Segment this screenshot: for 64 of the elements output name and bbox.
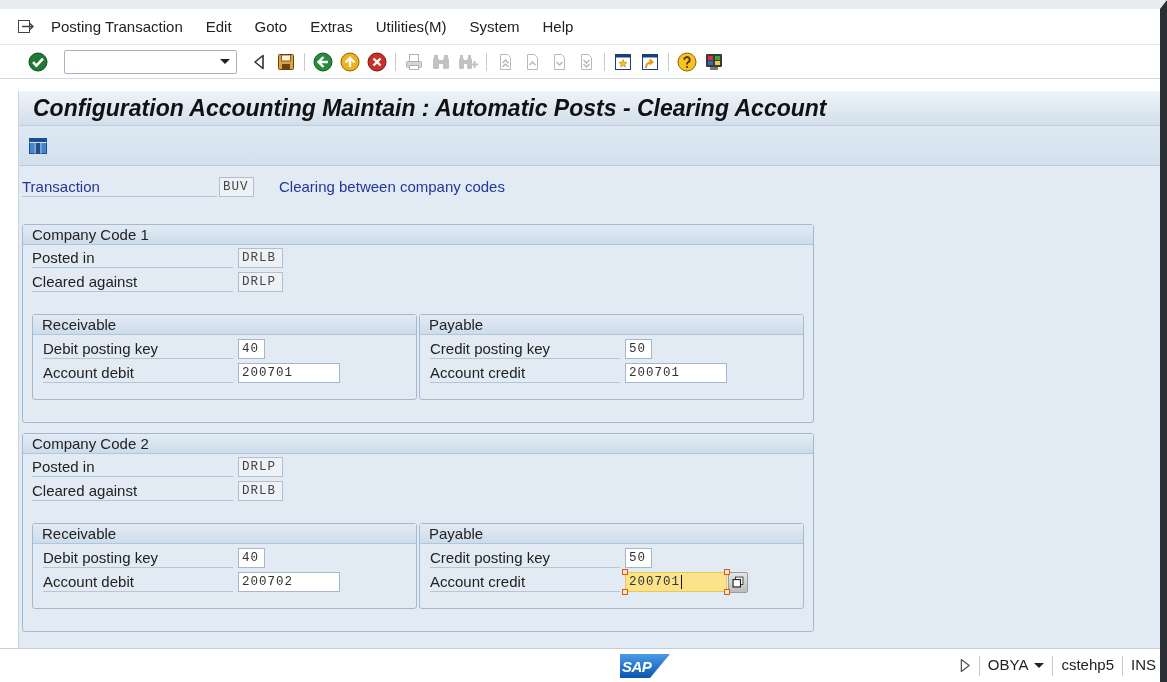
field-label: Posted in	[32, 248, 233, 268]
shortcut-icon[interactable]	[640, 51, 660, 72]
save-icon[interactable]	[276, 51, 296, 72]
field-label: Debit posting key	[43, 548, 233, 568]
menu-item[interactable]: Extras	[310, 16, 353, 37]
field-label: Posted in	[32, 457, 233, 477]
checkmark-icon[interactable]	[28, 51, 48, 72]
output-field: DRLB	[238, 248, 283, 268]
input-field[interactable]: 50	[625, 548, 652, 568]
system-name: cstehp5	[1061, 655, 1114, 676]
screen-title: Configuration Accounting Maintain : Automatic Posts - Clearing Account	[33, 93, 827, 123]
input-mode: INS	[1131, 655, 1156, 676]
value-help-button[interactable]	[728, 571, 748, 593]
menu-item[interactable]: System	[469, 16, 520, 37]
transaction-dropdown[interactable]: OBYA	[987, 654, 1045, 677]
input-field[interactable]: 200701	[238, 363, 340, 383]
monitor-icon[interactable]	[704, 51, 724, 72]
logo: SAP	[620, 653, 670, 678]
field-label: Account debit	[43, 572, 233, 592]
field-label: Credit posting key	[430, 548, 620, 568]
resize-handle-icon[interactable]	[622, 589, 628, 595]
squares-icon	[731, 575, 745, 589]
field-label: Cleared against	[32, 272, 233, 292]
field-label: Credit posting key	[430, 339, 620, 359]
field-label: Account credit	[430, 572, 620, 592]
triangle-icon[interactable]	[959, 658, 971, 673]
menu-item[interactable]: Goto	[254, 16, 288, 37]
field-label: Debit posting key	[43, 339, 233, 359]
input-field[interactable]: 200701	[625, 572, 727, 592]
group-title: Company Code 2	[23, 434, 813, 454]
input-field[interactable]: 40	[238, 548, 265, 568]
field-label: Account debit	[43, 363, 233, 383]
new-window-icon[interactable]	[613, 51, 633, 72]
help-icon[interactable]	[677, 51, 697, 72]
menu-item[interactable]: Utilities(M)	[375, 16, 447, 37]
output-field: DRLP	[238, 272, 283, 292]
input-field[interactable]: 50	[625, 339, 652, 359]
resize-handle-icon[interactable]	[724, 569, 730, 575]
menu-item[interactable]: Help	[542, 16, 574, 37]
output-field: DRLP	[238, 457, 283, 477]
field-label: Account credit	[430, 363, 620, 383]
menu-item[interactable]: Edit	[205, 16, 232, 37]
columns-icon[interactable]	[28, 135, 48, 156]
description-text: Clearing between company codes	[279, 176, 505, 197]
resize-handle-icon[interactable]	[724, 589, 730, 595]
input-field[interactable]: 200702	[238, 572, 340, 592]
group-title: Payable	[420, 315, 803, 335]
field-label: Transaction	[22, 177, 217, 197]
caret-icon	[220, 59, 230, 64]
input-field[interactable]: 200701	[625, 363, 727, 383]
output-field: DRLB	[238, 481, 283, 501]
caret-icon	[1034, 663, 1045, 668]
input-field[interactable]: 40	[238, 339, 265, 359]
resize-handle-icon[interactable]	[622, 569, 628, 575]
back-icon[interactable]	[313, 51, 333, 72]
command-field[interactable]	[64, 49, 237, 74]
group-title: Receivable	[33, 315, 416, 335]
menu-item[interactable]: Posting Transaction	[51, 16, 183, 37]
output-field: BUV	[219, 177, 254, 197]
group-title: Payable	[420, 524, 803, 544]
cancel-icon[interactable]	[367, 51, 387, 72]
group-title: Company Code 1	[23, 225, 813, 245]
group-title: Receivable	[33, 524, 416, 544]
field-label: Cleared against	[32, 481, 233, 501]
